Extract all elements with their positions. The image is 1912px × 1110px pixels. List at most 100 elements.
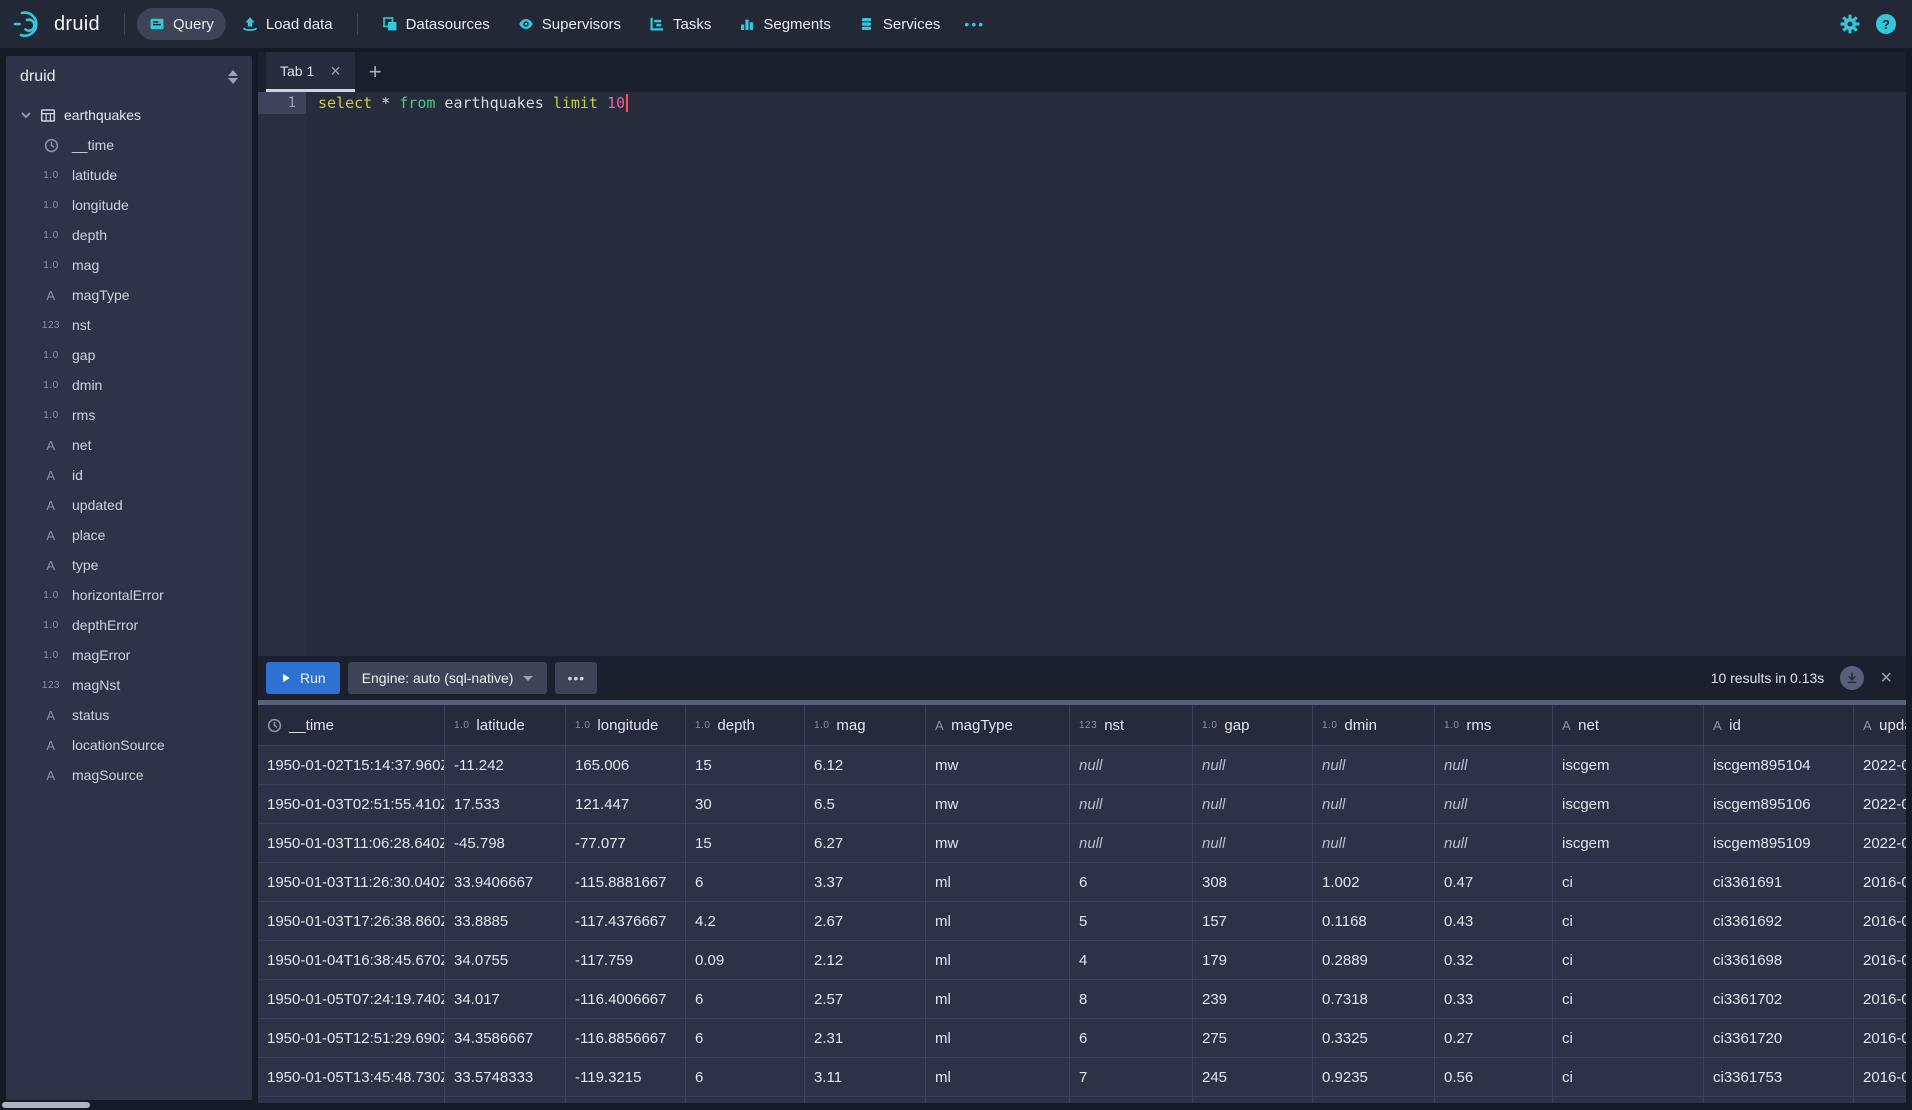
table-cell[interactable]: 17.533 <box>445 785 566 823</box>
table-cell[interactable]: 4 <box>1070 941 1193 979</box>
table-cell[interactable]: mw <box>926 824 1070 862</box>
table-cell[interactable]: 1.002 <box>1313 863 1435 901</box>
table-cell[interactable]: 245 <box>1193 1058 1313 1096</box>
table-cell[interactable]: 239 <box>1193 980 1313 1018</box>
results-header-longitude[interactable]: 1.0longitude <box>566 705 686 745</box>
tab-1[interactable]: Tab 1 × <box>266 52 355 92</box>
table-cell[interactable]: 0.09 <box>686 941 805 979</box>
horizontal-scrollbar-thumb[interactable] <box>2 1102 90 1108</box>
run-more-button[interactable]: ••• <box>555 662 597 694</box>
table-cell[interactable]: ci <box>1553 1058 1704 1096</box>
table-cell[interactable]: 15 <box>686 824 805 862</box>
table-cell[interactable]: 2022-0 <box>1854 746 1906 784</box>
table-cell[interactable]: 6 <box>1070 863 1193 901</box>
table-cell[interactable]: ml <box>926 980 1070 1018</box>
table-cell[interactable]: 2016-0 <box>1854 902 1906 940</box>
sql-line[interactable]: select * from earthquakes limit 10 <box>306 92 628 114</box>
table-cell[interactable]: null <box>1313 824 1435 862</box>
download-results-icon[interactable] <box>1840 666 1864 690</box>
close-results-icon[interactable]: × <box>1880 667 1896 690</box>
results-header-magType[interactable]: AmagType <box>926 705 1070 745</box>
table-cell[interactable]: 1950-01-03T02:51:55.410Z <box>258 785 445 823</box>
column-item-depthError[interactable]: 1.0depthError <box>6 610 252 640</box>
table-cell[interactable]: 30 <box>686 785 805 823</box>
engine-select-button[interactable]: Engine: auto (sql-native) <box>348 662 548 694</box>
datasource-item-earthquakes[interactable]: earthquakes <box>6 100 252 130</box>
column-item-nst[interactable]: 123nst <box>6 310 252 340</box>
table-cell[interactable]: 0.1168 <box>1313 902 1435 940</box>
column-item-magType[interactable]: AmagType <box>6 280 252 310</box>
chevron-down-icon[interactable] <box>20 109 32 121</box>
column-item-place[interactable]: Aplace <box>6 520 252 550</box>
table-cell[interactable]: iscgem <box>1553 785 1704 823</box>
column-item-latitude[interactable]: 1.0latitude <box>6 160 252 190</box>
table-cell[interactable]: 0.43 <box>1435 902 1553 940</box>
table-cell[interactable]: 121.447 <box>566 785 686 823</box>
table-cell[interactable]: 6.12 <box>805 746 926 784</box>
results-header-rms[interactable]: 1.0rms <box>1435 705 1553 745</box>
column-item-id[interactable]: Aid <box>6 460 252 490</box>
table-cell[interactable]: ml <box>926 902 1070 940</box>
settings-gear-icon[interactable] <box>1840 14 1860 34</box>
column-item-depth[interactable]: 1.0depth <box>6 220 252 250</box>
table-cell[interactable]: 1950-01-05T12:51:29.690Z <box>258 1019 445 1057</box>
table-cell[interactable]: ml <box>926 1019 1070 1057</box>
table-cell[interactable]: 1950-01-03T11:26:30.040Z <box>258 863 445 901</box>
table-cell[interactable]: null <box>1193 824 1313 862</box>
add-tab-button[interactable]: + <box>355 59 396 85</box>
table-cell[interactable]: 2.67 <box>805 902 926 940</box>
tab-close-icon[interactable]: × <box>330 62 341 80</box>
column-item-updated[interactable]: Aupdated <box>6 490 252 520</box>
table-cell[interactable]: 33.9406667 <box>445 863 566 901</box>
table-cell[interactable]: iscgem895106 <box>1704 785 1854 823</box>
results-header-id[interactable]: Aid <box>1704 705 1854 745</box>
table-cell[interactable]: ci <box>1553 863 1704 901</box>
table-cell[interactable]: 1950-01-05T07:24:19.740Z <box>258 980 445 1018</box>
table-cell[interactable]: ml <box>926 1058 1070 1096</box>
table-cell[interactable]: 275 <box>1193 1019 1313 1057</box>
table-cell[interactable]: 3.11 <box>805 1058 926 1096</box>
table-cell[interactable]: ci3361753 <box>1704 1058 1854 1096</box>
column-item-gap[interactable]: 1.0gap <box>6 340 252 370</box>
table-cell[interactable]: 33.5748333 <box>445 1058 566 1096</box>
table-cell[interactable]: 1950-01-04T16:38:45.670Z <box>258 941 445 979</box>
table-cell[interactable]: ci3361702 <box>1704 980 1854 1018</box>
table-cell[interactable]: -45.798 <box>445 824 566 862</box>
table-cell[interactable]: 6.5 <box>805 785 926 823</box>
table-cell[interactable]: ci <box>1553 941 1704 979</box>
table-cell[interactable]: 6 <box>686 1058 805 1096</box>
table-cell[interactable]: 1950-01-03T11:06:28.640Z <box>258 824 445 862</box>
table-cell[interactable]: -119.3215 <box>566 1058 686 1096</box>
results-header-nst[interactable]: 123nst <box>1070 705 1193 745</box>
table-cell[interactable]: null <box>1435 785 1553 823</box>
table-cell[interactable]: null <box>1193 746 1313 784</box>
results-header-__time[interactable]: __time <box>258 705 445 745</box>
results-header-gap[interactable]: 1.0gap <box>1193 705 1313 745</box>
table-cell[interactable]: 34.0755 <box>445 941 566 979</box>
table-cell[interactable]: 6 <box>1070 1019 1193 1057</box>
table-cell[interactable]: 1950-01-05T13:45:48.730Z <box>258 1058 445 1096</box>
table-cell[interactable]: iscgem895104 <box>1704 746 1854 784</box>
results-header-dmin[interactable]: 1.0dmin <box>1313 705 1435 745</box>
table-cell[interactable]: null <box>1070 746 1193 784</box>
table-cell[interactable]: 2016-0 <box>1854 1058 1906 1096</box>
results-header-depth[interactable]: 1.0depth <box>686 705 805 745</box>
table-cell[interactable]: ml <box>926 863 1070 901</box>
sort-columns-icon[interactable] <box>226 68 240 86</box>
run-button[interactable]: Run <box>266 662 340 694</box>
table-cell[interactable]: 0.47 <box>1435 863 1553 901</box>
table-cell[interactable]: ci3361698 <box>1704 941 1854 979</box>
table-cell[interactable]: 6 <box>686 980 805 1018</box>
table-cell[interactable]: 0.32 <box>1435 941 1553 979</box>
table-cell[interactable]: 34.3586667 <box>445 1019 566 1057</box>
table-cell[interactable]: -116.4006667 <box>566 980 686 1018</box>
table-cell[interactable]: null <box>1070 824 1193 862</box>
table-cell[interactable]: 3.37 <box>805 863 926 901</box>
table-cell[interactable]: 1950-01-03T17:26:38.860Z <box>258 902 445 940</box>
column-item-dmin[interactable]: 1.0dmin <box>6 370 252 400</box>
table-cell[interactable]: 0.56 <box>1435 1058 1553 1096</box>
table-cell[interactable]: 2016-0 <box>1854 980 1906 1018</box>
table-cell[interactable]: 2022-0 <box>1854 824 1906 862</box>
nav-item-segments[interactable]: Segments <box>727 8 843 40</box>
table-cell[interactable]: 2016-0 <box>1854 941 1906 979</box>
